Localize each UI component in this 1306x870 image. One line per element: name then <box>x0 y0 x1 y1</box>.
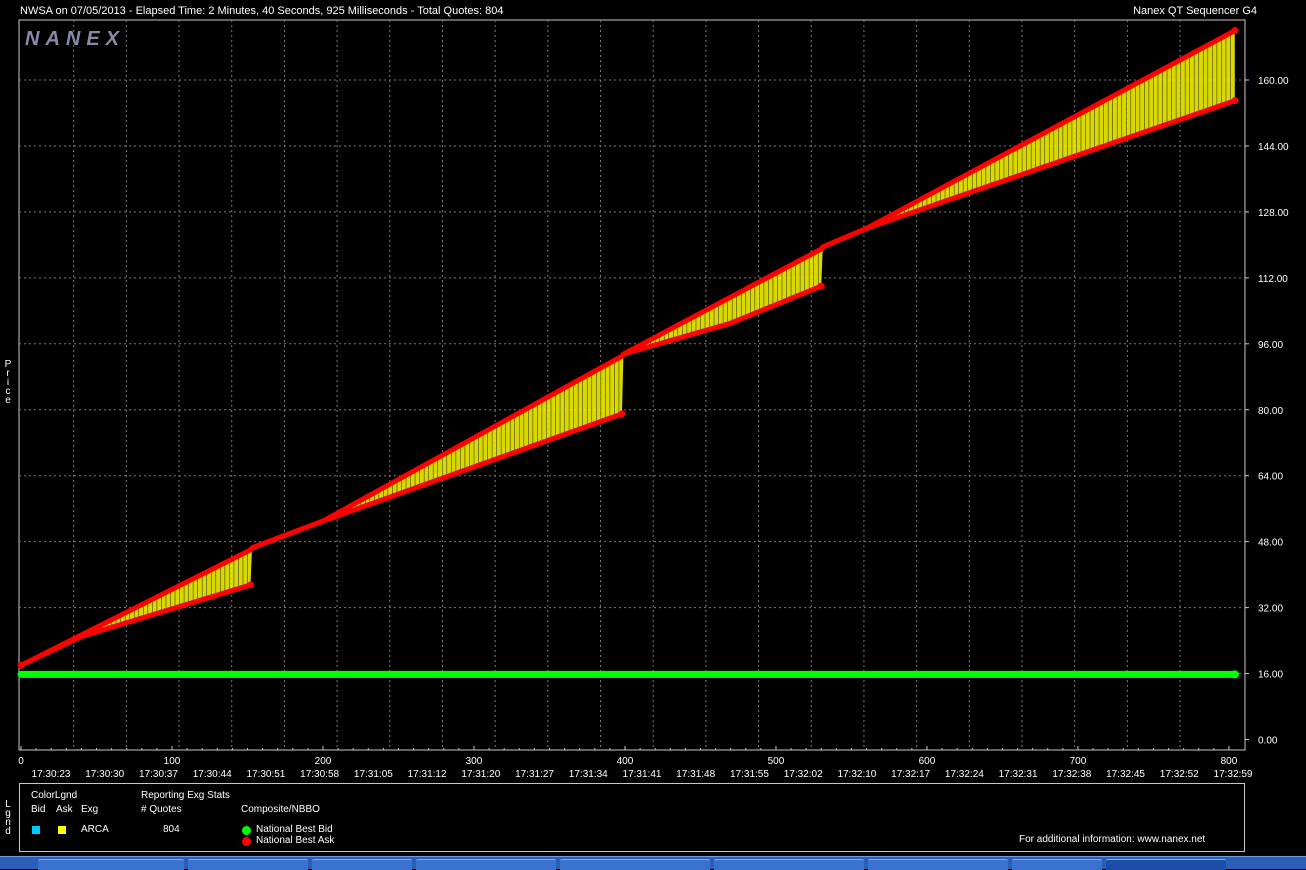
time-label: 17:32:02 <box>784 769 823 780</box>
time-label: 17:31:55 <box>730 769 769 780</box>
time-label: 17:31:12 <box>408 769 447 780</box>
time-label: 17:32:52 <box>1160 769 1199 780</box>
ask-point <box>1231 27 1239 35</box>
time-label: 17:30:37 <box>139 769 178 780</box>
taskbar-button[interactable] <box>416 859 556 870</box>
watermark: NANEX <box>25 28 125 50</box>
legend-bid-header: Bid <box>31 804 46 815</box>
x-tick-label: 200 <box>315 756 332 767</box>
time-label: 17:30:58 <box>300 769 339 780</box>
time-label: 17:30:44 <box>193 769 232 780</box>
taskbar-button[interactable] <box>188 859 308 870</box>
x-tick-label: 100 <box>164 756 181 767</box>
y-tick-label: 0.00 <box>1258 736 1278 747</box>
time-label: 17:32:10 <box>837 769 876 780</box>
time-label: 17:32:59 <box>1214 769 1253 780</box>
ask-point <box>1231 97 1239 105</box>
y-tick-label: 96.00 <box>1258 340 1283 351</box>
y-tick-label: 80.00 <box>1258 406 1283 417</box>
time-label: 17:31:27 <box>515 769 554 780</box>
legend-color-title: ColorLgnd <box>31 790 78 801</box>
national-best-bid-marker-icon <box>242 826 251 835</box>
taskbar-button[interactable] <box>38 859 184 870</box>
legend-national-best-ask: National Best Ask <box>256 835 335 846</box>
taskbar-button[interactable] <box>312 859 412 870</box>
ask-color-swatch <box>58 826 66 834</box>
ask-point <box>247 581 255 589</box>
legend-exg-header: Exg <box>81 804 99 815</box>
time-label: 17:31:20 <box>461 769 500 780</box>
y-tick-label: 16.00 <box>1258 670 1283 681</box>
y-axis-label: Price <box>4 359 12 406</box>
bid-color-swatch <box>32 826 40 834</box>
legend-info-text: For additional information: www.nanex.ne… <box>1019 834 1206 845</box>
time-label: 17:32:38 <box>1052 769 1091 780</box>
legend-ask-header: Ask <box>56 804 73 815</box>
time-label: 17:32:31 <box>999 769 1038 780</box>
time-label: 17:31:05 <box>354 769 393 780</box>
taskbar-button[interactable] <box>560 859 710 870</box>
y-tick-label: 160.00 <box>1258 76 1289 87</box>
y-tick-label: 64.00 <box>1258 472 1283 483</box>
x-tick-label: 800 <box>1221 756 1238 767</box>
ask-point <box>17 661 25 669</box>
time-label: 17:30:23 <box>32 769 71 780</box>
x-tick-label: 700 <box>1070 756 1087 767</box>
taskbar-button[interactable] <box>1106 859 1226 870</box>
taskbar-button[interactable] <box>868 859 1008 870</box>
legend-exchange-name: ARCA <box>81 824 109 835</box>
time-label: 17:31:41 <box>623 769 662 780</box>
legend-panel: ColorLgnd Bid Ask Exg Reporting Exg Stat… <box>19 783 1245 852</box>
time-label: 17:32:17 <box>891 769 930 780</box>
x-tick-label: 500 <box>768 756 785 767</box>
time-label: 17:30:30 <box>85 769 124 780</box>
y-tick-label: 32.00 <box>1258 604 1283 615</box>
y-tick-label: 128.00 <box>1258 208 1289 219</box>
legend-quotes-header: # Quotes <box>141 804 182 815</box>
bid-point <box>1230 670 1239 679</box>
x-tick-label: 300 <box>466 756 483 767</box>
chart: 0.00 16.00 32.00 48.00 64.00 80.00 96.00 112.00… <box>17 19 1289 780</box>
y-tick-label: 144.00 <box>1258 142 1289 153</box>
y-tick-label: 48.00 <box>1258 538 1283 549</box>
time-label: 17:31:48 <box>676 769 715 780</box>
legend-stats-title: Reporting Exg Stats <box>141 790 230 801</box>
legend-quote-count: 804 <box>163 824 180 835</box>
time-label: 17:30:51 <box>246 769 285 780</box>
time-label: 17:32:24 <box>945 769 984 780</box>
x-tick-label: 400 <box>617 756 634 767</box>
legend-national-best-bid: National Best Bid <box>256 824 333 835</box>
time-label: 17:31:34 <box>569 769 608 780</box>
taskbar-button[interactable] <box>714 859 864 870</box>
taskbar <box>0 856 1306 870</box>
legend-composite-header: Composite/NBBO <box>241 804 320 815</box>
ask-point <box>618 410 626 418</box>
ask-point <box>817 282 825 290</box>
y-tick-label: 112.00 <box>1258 274 1288 285</box>
x-tick-label: 600 <box>919 756 936 767</box>
national-best-ask-marker-icon <box>242 837 251 846</box>
x-tick-label: 0 <box>18 756 24 767</box>
legend-side-label: Lgnd <box>5 799 11 837</box>
time-label: 17:32:45 <box>1106 769 1145 780</box>
taskbar-button[interactable] <box>1012 859 1102 870</box>
